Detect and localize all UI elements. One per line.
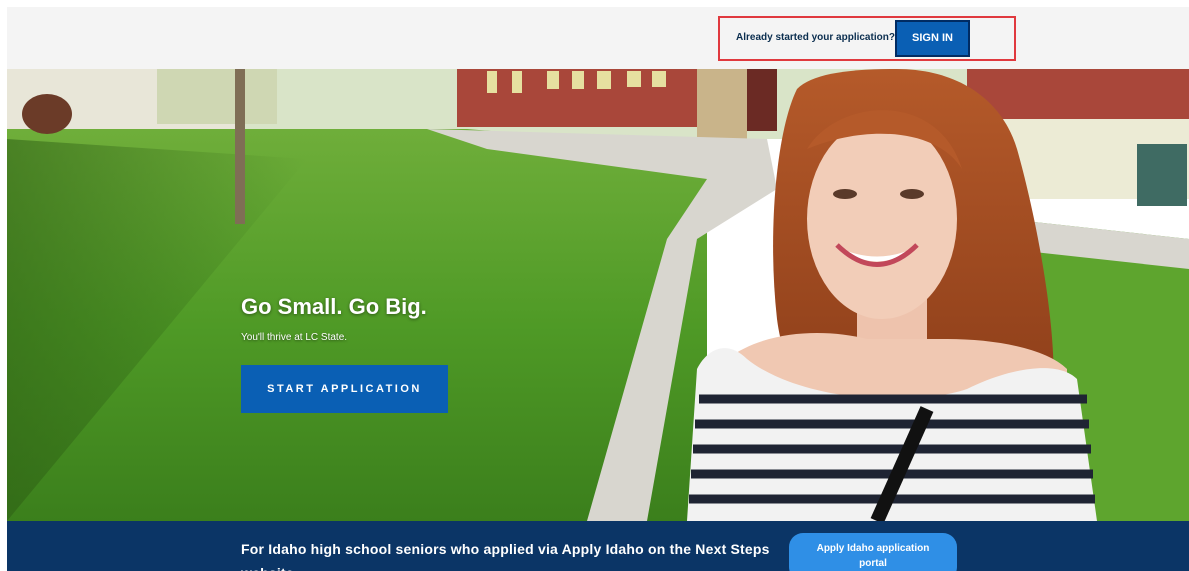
hero-subtitle: You'll thrive at LC State. — [241, 332, 348, 343]
start-application-button[interactable]: START APPLICATION — [241, 365, 448, 413]
info-banner: For Idaho high school seniors who applie… — [7, 521, 1189, 571]
apply-idaho-portal-button[interactable]: Apply Idaho application portal — [789, 533, 957, 571]
page: Already started your application? SIGN I… — [7, 7, 1189, 571]
hero-title: Go Small. Go Big. — [241, 294, 427, 319]
top-bar: Already started your application? SIGN I… — [7, 7, 1189, 69]
hero-background-image — [7, 69, 1189, 521]
banner-text: For Idaho high school seniors who applie… — [241, 541, 770, 571]
sign-in-button[interactable]: SIGN IN — [895, 20, 970, 57]
signin-prompt: Already started your application? — [736, 32, 895, 43]
signin-callout: Already started your application? SIGN I… — [718, 16, 1016, 61]
hero-section: Go Small. Go Big. You'll thrive at LC St… — [7, 69, 1189, 521]
portal-button-label: Apply Idaho application portal — [816, 543, 930, 569]
